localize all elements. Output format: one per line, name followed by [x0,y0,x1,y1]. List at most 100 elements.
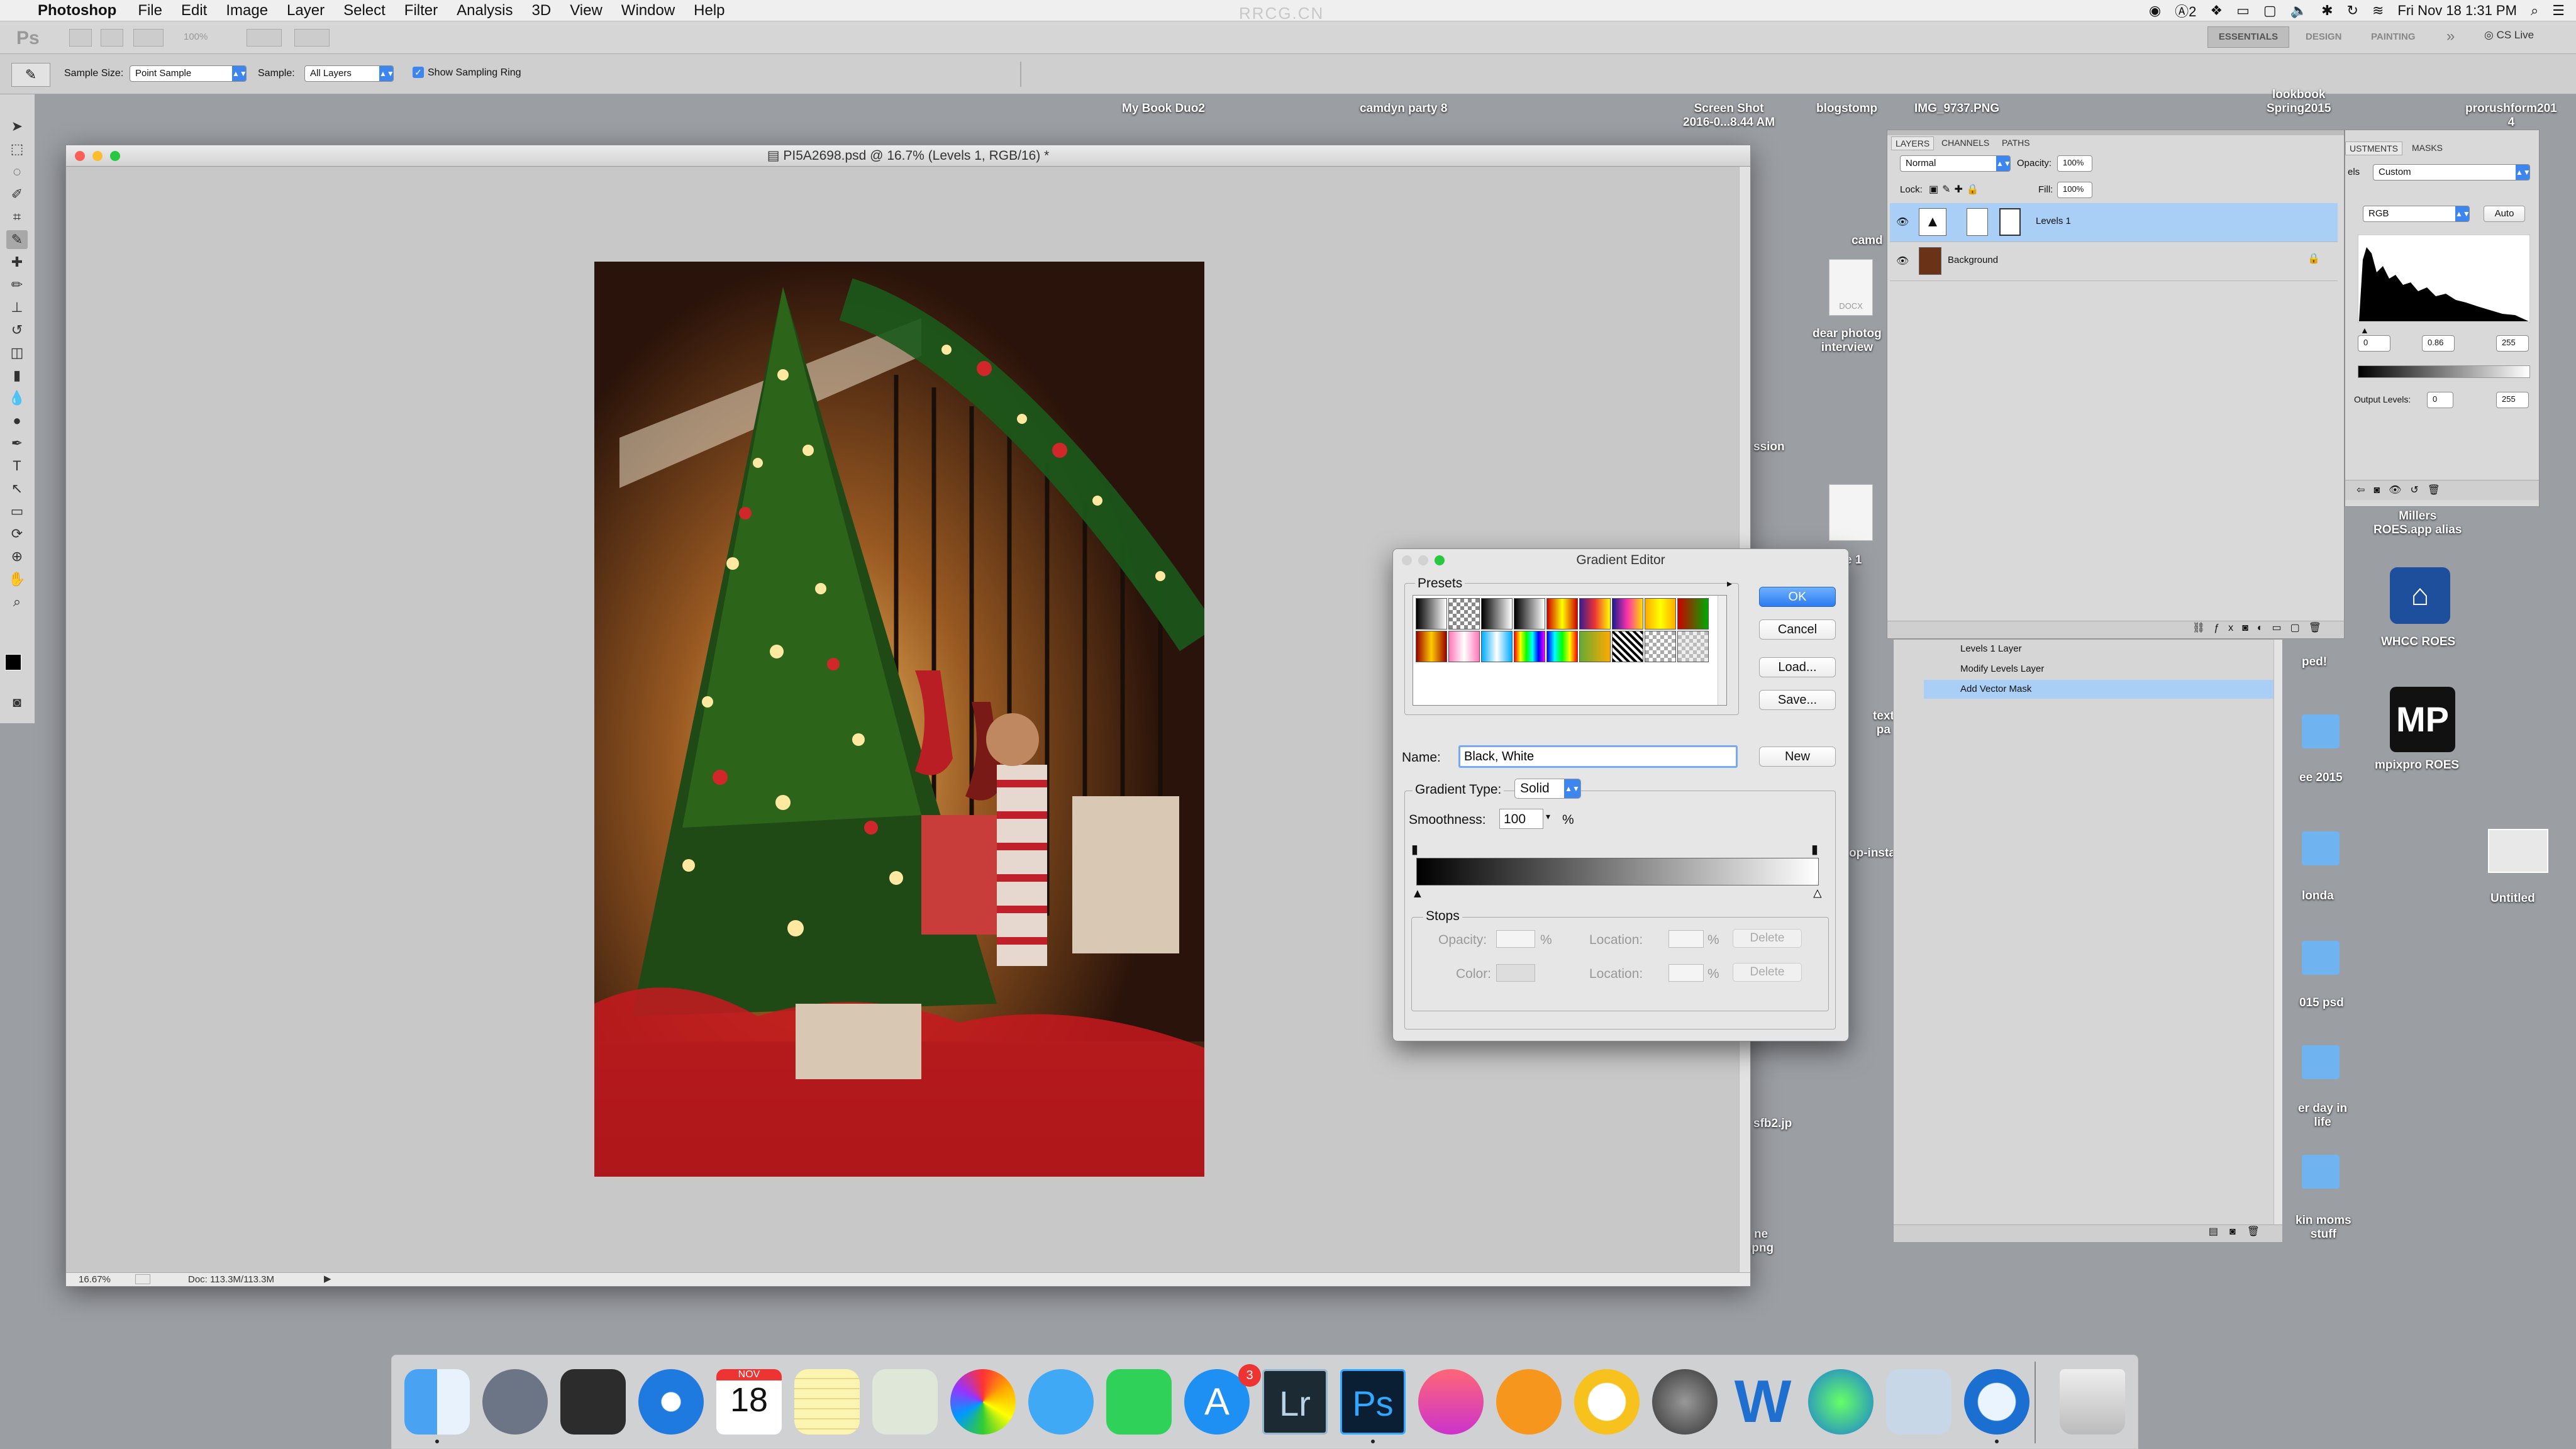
layer-row[interactable]: 👁 Background 🔒 [1890,242,2338,281]
folder-icon[interactable] [2302,714,2340,748]
wifi-icon[interactable]: ≋ [2372,3,2384,19]
document-titlebar[interactable]: ▤ PI5A2698.psd @ 16.7% (Levels 1, RGB/16… [66,145,1750,167]
fill-field[interactable]: 100% [2057,182,2092,198]
desktop-item-screenshot[interactable]: Screen Shot 2016-0...8.44 AM [1683,102,1775,130]
messages-icon[interactable] [1028,1369,1094,1435]
channel-select[interactable]: RGB ▲▼ [2363,206,2470,222]
tab-adjustments[interactable]: USTMENTS [2345,142,2402,155]
cancel-button[interactable]: Cancel [1759,619,1836,640]
gradient-preset-swatch[interactable] [1481,631,1513,662]
menu-3d[interactable]: 3D [532,2,552,19]
menu-file[interactable]: File [138,2,162,19]
history-item-selected[interactable]: Add Vector Mask [1924,680,2282,699]
gradient-preset-swatch[interactable] [1546,631,1578,662]
tab-masks[interactable]: MASKS [2408,142,2446,155]
gradient-preset-swatch[interactable] [1416,598,1447,630]
lightroom-icon[interactable]: Lr [1262,1369,1328,1435]
adjustment-icon[interactable]: ◐ [2257,623,2272,633]
brush-tool-icon[interactable]: ✏ [6,275,28,294]
app-menu[interactable]: Photoshop [38,2,116,19]
minibridge-icon[interactable] [101,29,123,47]
desktop-item-prorushform[interactable]: prorushform201 4 [2465,102,2557,130]
clock[interactable]: Fri Nov 18 1:31 PM [2397,3,2517,19]
zoom-tool-icon[interactable]: ⌕ [6,592,28,611]
path-select-tool-icon[interactable]: ↖ [6,479,28,498]
gradient-preset-swatch[interactable] [1579,598,1611,630]
zoom-button[interactable] [1435,555,1445,565]
untitled-thumbnail[interactable] [2488,829,2548,873]
new-layer-icon[interactable]: ▢ [2290,623,2309,633]
desktop-item-blogstomp[interactable]: blogstomp [1816,102,1877,116]
desktop-item-moms-stuff[interactable]: kin moms stuff [2296,1214,2351,1241]
zoom-level[interactable]: 100% [184,31,208,42]
arrange-icon[interactable] [247,29,282,47]
history-brush-icon[interactable]: ↺ [6,321,28,340]
desktop-item-op-insta[interactable]: op-insta [1849,847,1896,860]
docx-file-icon-2[interactable] [1829,484,1873,541]
desktop-item-ssion[interactable]: ssion [1753,440,1785,454]
volume-icon[interactable]: 🔈 [2290,3,2307,19]
launchpad-icon[interactable] [482,1369,548,1435]
desktop-item-ped[interactable]: ped! [2302,655,2327,669]
visibility-icon[interactable]: 👁 [2389,485,2410,496]
opacity-stop-right[interactable]: ▮ [1811,841,1818,857]
desktop-item-untitled[interactable]: Untitled [2490,892,2535,906]
panel-grip[interactable] [1887,130,2344,135]
cs-live-button[interactable]: ◎ CS Live [2484,29,2534,42]
crop-tool-icon[interactable]: ⌗ [6,208,28,226]
eye-icon[interactable]: 👁 [1896,255,1909,267]
input-slider-handles[interactable]: ▲ [2360,325,2530,335]
healing-tool-icon[interactable]: ✚ [6,253,28,272]
foreground-color-swatch[interactable] [5,654,21,670]
snapshot-icon[interactable]: ▤ [2209,1226,2229,1237]
calendar-icon[interactable]: NOV 18 [716,1369,782,1435]
opacity-stop-left[interactable]: ▮ [1411,841,1418,857]
dodge-tool-icon[interactable]: ● [6,411,28,430]
menu-edit[interactable]: Edit [181,2,207,19]
input-black-field[interactable]: 0 [2358,335,2390,352]
tab-layers[interactable]: LAYERS [1891,136,1935,150]
gradient-preset-swatch[interactable] [1677,598,1709,630]
status-icon[interactable] [135,1274,150,1284]
trash-icon[interactable]: 🗑 [2247,1226,2271,1237]
pen-tool-icon[interactable]: ✒ [6,434,28,453]
zoom-field[interactable]: 16.67% [79,1274,111,1285]
3d-orbit-tool-icon[interactable]: ⊕ [6,547,28,566]
tab-channels[interactable]: CHANNELS [1938,136,1993,150]
whcc-roes-app-icon[interactable]: ⌂ [2390,567,2450,624]
workspace-painting[interactable]: PAINTING [2371,31,2416,42]
desktop-item-dear-photog[interactable]: dear photog interview [1813,327,1882,355]
save-button[interactable]: Save... [1759,690,1836,710]
desktop-item-img[interactable]: IMG_9737.PNG [1914,102,1999,116]
folder-icon[interactable] [2302,831,2340,865]
layer-name[interactable]: Levels 1 [2036,216,2071,226]
desktop-item-whcc[interactable]: WHCC ROES [2381,635,2455,649]
desktop-item-mpix[interactable]: mpixpro ROES [2375,758,2459,772]
gradient-preset-swatch[interactable] [1645,598,1676,630]
gradient-tool-icon[interactable]: ▮ [6,366,28,385]
dialog-titlebar[interactable]: Gradient Editor [1393,549,1848,572]
globe-app-icon[interactable] [1808,1369,1874,1435]
desktop-item-mybook[interactable]: My Book Duo2 [1122,102,1205,116]
record-icon[interactable]: ◉ [2149,3,2161,19]
eraser-tool-icon[interactable]: ◫ [6,343,28,362]
folder-icon[interactable] [2302,1045,2340,1079]
sample-size-select[interactable]: Point Sample ▲▼ [130,65,247,82]
view-extras-icon[interactable] [133,29,164,47]
gradient-preset-swatch[interactable] [1514,598,1545,630]
preview-icon[interactable] [872,1369,938,1435]
folder-icon[interactable] [2302,941,2340,975]
new-button[interactable]: New [1759,747,1836,767]
adobe-status-icon[interactable]: Ⓐ2 [2175,1,2196,21]
photos-icon[interactable] [950,1369,1016,1435]
blend-mode-select[interactable]: Normal ▲▼ [1900,155,2011,172]
gradient-type-select[interactable]: Solid ▲▼ [1514,779,1581,799]
mpix-app-icon[interactable]: MP [2390,687,2455,752]
finder-icon[interactable] [404,1369,470,1435]
type-tool-icon[interactable]: T [6,457,28,475]
vector-mask-thumbnail[interactable] [1999,208,2021,236]
airplay-icon[interactable]: ▭ [2236,3,2250,19]
load-button[interactable]: Load... [1759,657,1836,677]
input-white-field[interactable]: 255 [2496,335,2529,352]
camera-icon[interactable]: ◙ [2229,1226,2247,1237]
